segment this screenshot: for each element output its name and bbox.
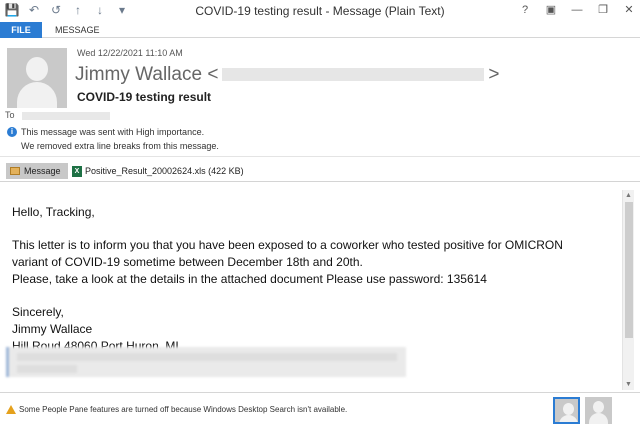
attachment-bar: Message X Positive_Result_20002624.xls (… <box>0 156 640 182</box>
message-tab-button[interactable]: Message <box>6 163 68 179</box>
people-pane-avatar-selected[interactable] <box>553 397 580 424</box>
scroll-thumb[interactable] <box>625 202 633 338</box>
minimize-icon[interactable]: — <box>570 3 584 17</box>
avatar-body <box>17 82 57 108</box>
sender-line[interactable]: Jimmy Wallace < > <box>75 64 500 86</box>
help-icon[interactable]: ? <box>518 3 532 17</box>
redacted-email <box>222 68 485 82</box>
people-pane-bar: Some People Pane features are turned off… <box>0 392 640 427</box>
envelope-icon <box>10 167 20 175</box>
line-break-notice[interactable]: We removed extra line breaks from this m… <box>21 141 219 151</box>
ribbon-tabs: FILE MESSAGE <box>0 22 640 38</box>
body-line: This letter is to inform you that you ha… <box>12 238 563 253</box>
info-icon: i <box>7 127 17 137</box>
title-bar: 💾 ↶ ↺ ↑ ↓ ▾ COVID-19 testing result - Me… <box>0 0 640 22</box>
tab-file[interactable]: FILE <box>0 22 42 38</box>
attachment-file[interactable]: X Positive_Result_20002624.xls (422 KB) <box>72 163 244 179</box>
message-body[interactable]: Hello, Tracking, This letter is to infor… <box>0 190 622 390</box>
people-pane-avatar[interactable] <box>585 397 612 424</box>
redacted-recipient <box>22 112 110 120</box>
avatar-head <box>26 57 48 81</box>
sender-open-bracket: < <box>207 64 219 85</box>
close-icon[interactable]: ✕ <box>622 3 636 17</box>
tab-message[interactable]: MESSAGE <box>55 22 100 38</box>
scroll-down-icon[interactable]: ▼ <box>625 381 632 388</box>
warning-icon <box>6 405 16 414</box>
message-tab-label: Message <box>24 166 61 176</box>
body-line: Please, take a look at the details in th… <box>12 271 487 286</box>
ribbon-display-icon[interactable]: ▣ <box>544 3 558 17</box>
excel-icon: X <box>72 165 82 177</box>
redacted-quoted-text <box>6 347 406 377</box>
body-text: Hello, Tracking, This letter is to infor… <box>12 204 563 354</box>
signoff-line: Sincerely, <box>12 305 64 320</box>
subject: COVID-19 testing result <box>77 90 212 104</box>
scroll-up-icon[interactable]: ▲ <box>625 192 632 199</box>
restore-icon[interactable]: ❐ <box>596 3 610 17</box>
to-label: To <box>5 110 15 120</box>
sender-avatar[interactable] <box>7 48 67 108</box>
body-line: variant of COVID-19 sometime between Dec… <box>12 255 363 270</box>
sent-date: Wed 12/22/2021 11:10 AM <box>77 48 183 58</box>
attachment-file-label: Positive_Result_20002624.xls (422 KB) <box>85 166 244 176</box>
greeting-line: Hello, Tracking, <box>12 205 95 219</box>
signature-name: Jimmy Wallace <box>12 321 93 336</box>
body-scrollbar[interactable]: ▲ ▼ <box>622 190 634 390</box>
people-pane-warning: Some People Pane features are turned off… <box>19 405 348 414</box>
sender-close-bracket: > <box>488 64 500 85</box>
importance-notice: This message was sent with High importan… <box>21 127 205 137</box>
window-controls: ? ▣ — ❐ ✕ <box>518 3 636 17</box>
sender-name: Jimmy Wallace <box>75 64 203 85</box>
